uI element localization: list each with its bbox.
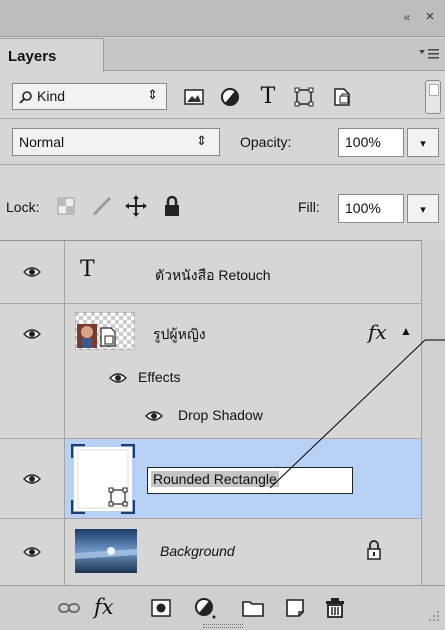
fill-label: Fill: [298,199,320,215]
layer-row-background[interactable]: Background [0,519,421,586]
new-group-icon[interactable] [240,595,266,621]
effect-item-label: Drop Shadow [178,407,263,423]
blend-mode-select[interactable]: Normal ⇕ [12,128,220,156]
layer-name-input[interactable]: Rounded Rectangle [147,467,353,494]
add-mask-icon[interactable] [148,595,174,621]
effects-label: Effects [138,369,181,385]
collapse-panel-icon[interactable]: « [396,10,418,26]
lock-all-icon[interactable] [160,194,184,218]
layer-name[interactable]: รูปผู้หญิง [153,324,206,346]
delete-layer-icon[interactable] [322,595,348,621]
layer-row-image[interactable]: รูปผู้หญิง fx ▲ Effects Drop Shadow [0,304,421,439]
link-layers-icon[interactable] [56,595,82,621]
chevron-updown-icon: ⇕ [196,133,207,148]
eye-icon[interactable] [23,473,41,485]
chevron-down-icon[interactable]: ▾ [407,194,439,223]
layer-name[interactable]: Background [160,543,235,559]
layers-scrollbar[interactable] [421,240,445,585]
shape-filter-icon[interactable] [290,83,318,111]
collapse-effects-icon[interactable]: ▲ [400,324,412,338]
layer-thumbnail[interactable] [71,444,135,514]
filter-toggle-switch[interactable] [425,80,441,114]
panel-drag-handle[interactable] [203,624,243,628]
eye-icon[interactable] [23,546,41,558]
fill-input[interactable]: 100% [338,194,404,223]
search-icon [19,90,33,104]
lock-brush-icon[interactable] [90,194,114,218]
eye-icon[interactable] [145,410,163,422]
new-adjustment-layer-icon[interactable] [192,595,218,621]
visibility-column [0,241,65,303]
visibility-column [0,519,65,585]
lock-move-icon[interactable] [124,194,148,218]
layer-thumbnail[interactable] [75,529,137,573]
smart-object-filter-icon[interactable] [328,83,356,111]
type-filter-icon[interactable]: T [254,83,282,111]
type-layer-icon: T [80,257,95,282]
panel-title-bar [0,0,445,37]
opacity-input[interactable]: 100% [338,128,404,157]
new-layer-icon[interactable] [282,595,308,621]
filter-kind-select[interactable]: Kind ⇕ [12,83,167,110]
eye-icon[interactable] [23,266,41,278]
layer-name[interactable]: ตัวหนังสือ Retouch [155,265,271,287]
eye-icon[interactable] [109,372,127,384]
layer-name: Rounded Rectangle [151,471,279,487]
filter-kind-label: Kind [37,88,66,104]
add-layer-style-icon[interactable]: fx [94,595,120,621]
visibility-column [0,439,65,518]
adjustment-filter-icon[interactable] [216,83,244,111]
opacity-label: Opacity: [240,134,292,150]
fx-badge-icon[interactable]: fx [368,320,387,344]
chevron-updown-icon: ⇕ [147,87,158,102]
lock-label: Lock: [6,199,40,215]
lock-icon[interactable] [365,539,383,561]
close-panel-icon[interactable]: × [421,8,439,26]
layer-row-text[interactable]: T ตัวหนังสือ Retouch [0,241,421,304]
image-filter-icon[interactable] [180,83,208,111]
eye-icon[interactable] [23,328,41,340]
effect-item-row[interactable]: Drop Shadow [65,398,421,434]
layer-thumbnail[interactable] [75,312,135,350]
visibility-column [0,304,65,438]
blend-mode-label: Normal [19,134,65,150]
chevron-down-icon[interactable]: ▾ [407,128,439,157]
effects-row[interactable]: Effects [65,360,421,396]
panel-menu-icon[interactable] [417,44,441,64]
layer-row-shape[interactable]: Rounded Rectangle [0,439,421,519]
resize-grip-icon[interactable] [424,606,442,624]
lock-transparent-icon[interactable] [54,194,78,218]
tab-layers[interactable]: Layers [0,38,104,72]
layers-list: T ตัวหนังสือ Retouch รูปผู้หญิง fx ▲ Eff… [0,240,421,586]
